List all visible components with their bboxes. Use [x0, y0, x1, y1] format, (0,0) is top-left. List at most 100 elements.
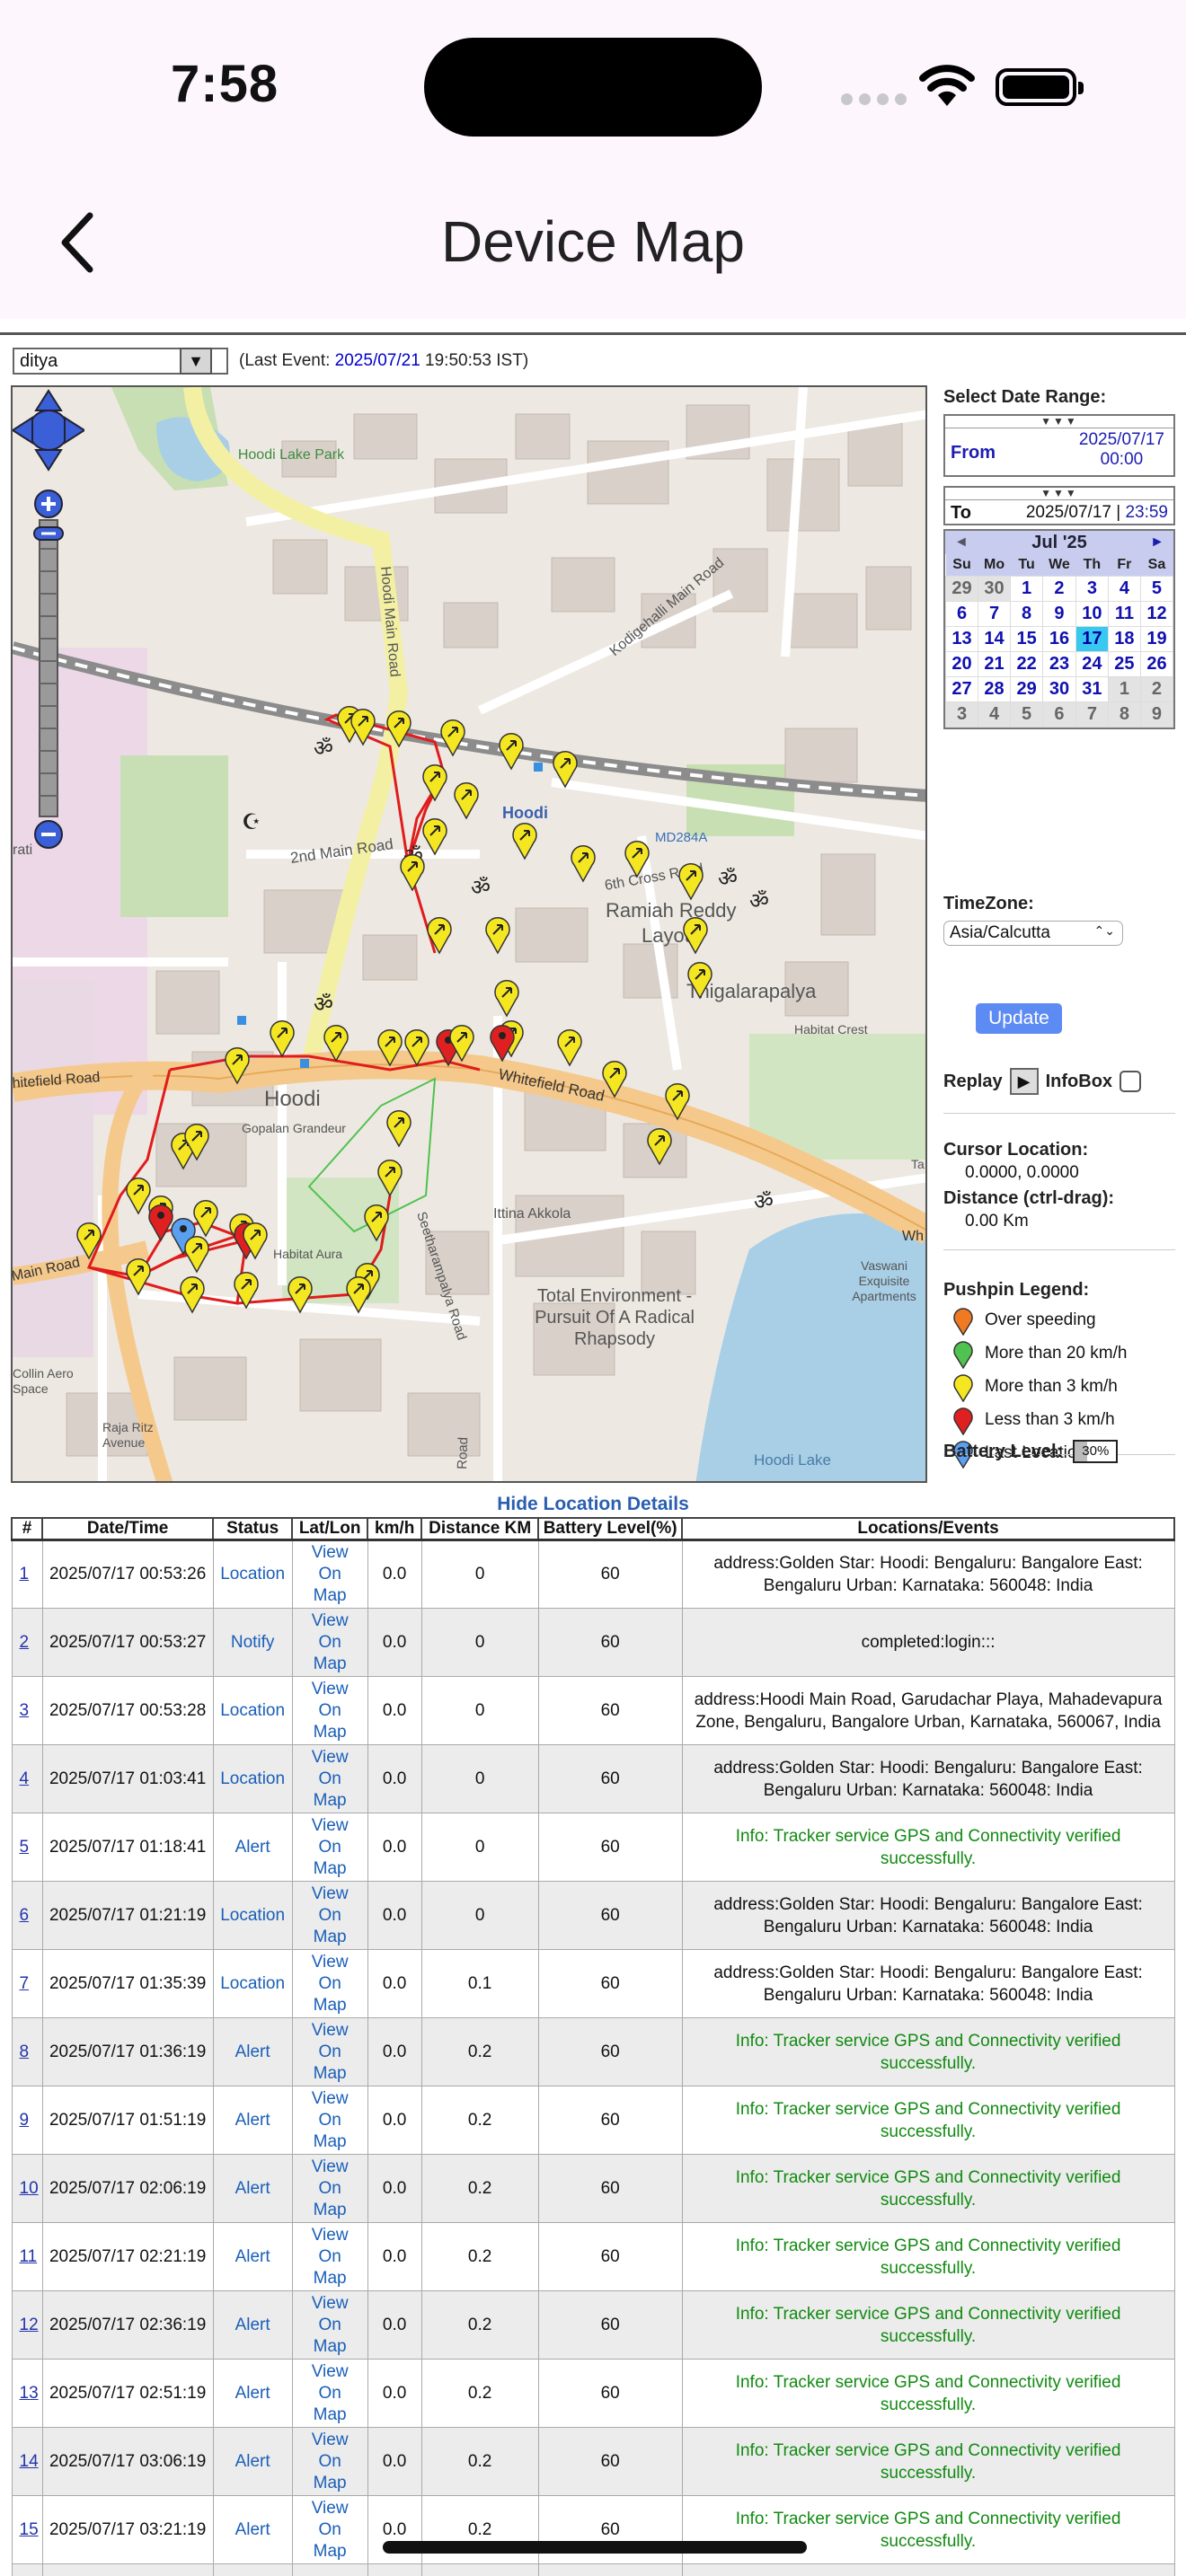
calendar-day[interactable]: 10	[1075, 600, 1109, 627]
row-index-link[interactable]: 15	[11, 2495, 43, 2564]
zoom-slider-handle[interactable]	[33, 526, 64, 541]
zoom-out-button[interactable]	[34, 820, 63, 849]
infobox-checkbox[interactable]	[1120, 1071, 1142, 1092]
hide-location-details-link[interactable]: Hide Location Details	[0, 1494, 1186, 1515]
calendar-day[interactable]: 24	[1075, 650, 1109, 677]
calendar-day[interactable]: 20	[944, 650, 979, 677]
from-date-box[interactable]: ▼▼▼ From 2025/07/17 00:00	[943, 414, 1175, 477]
view-on-map-text: View	[311, 1543, 349, 1562]
replay-play-button[interactable]: ▶	[1009, 1068, 1039, 1095]
calendar-day[interactable]: 28	[978, 675, 1012, 702]
calendar-day[interactable]: 8	[1107, 701, 1141, 728]
calendar-day[interactable]: 8	[1010, 600, 1044, 627]
row-index-link[interactable]: 13	[11, 2359, 43, 2428]
calendar-day[interactable]: 9	[1139, 701, 1174, 728]
row-datetime: 2025/07/17 03:21:19	[41, 2495, 214, 2564]
calendar-day[interactable]: 15	[1010, 625, 1044, 652]
row-index-link[interactable]	[11, 2563, 43, 2576]
calendar-next-button[interactable]: ►	[1150, 534, 1164, 551]
row-index-link[interactable]: 9	[11, 2086, 43, 2155]
calendar-day[interactable]: 27	[944, 675, 979, 702]
row-index-link[interactable]: 5	[11, 1813, 43, 1882]
table-row: 7 2025/07/17 01:35:39 Location View On Map 0.0…	[11, 1949, 1175, 2018]
row-index-link[interactable]: 3	[11, 1676, 43, 1745]
from-picker-arrows[interactable]: ▼▼▼	[945, 416, 1173, 428]
row-index-link[interactable]: 6	[11, 1881, 43, 1950]
calendar-day[interactable]: 12	[1139, 600, 1174, 627]
pan-control[interactable]	[13, 389, 84, 472]
zoom-slider-track[interactable]	[39, 519, 58, 817]
calendar-day[interactable]: 13	[944, 625, 979, 652]
calendar-day[interactable]: 4	[1107, 575, 1141, 602]
calendar-day[interactable]: 7	[1075, 701, 1109, 728]
view-on-map-text: View	[311, 2430, 349, 2449]
to-picker-arrows[interactable]: ▼▼▼	[945, 488, 1173, 500]
table-row: 10 2025/07/17 02:06:19 Alert View On Map 0.0 0.…	[11, 2154, 1175, 2223]
row-index-link[interactable]: 8	[11, 2017, 43, 2086]
calendar-day[interactable]: 17	[1075, 625, 1109, 652]
calendar-day[interactable]: 5	[1139, 575, 1174, 602]
zoom-control[interactable]	[13, 387, 84, 872]
view-on-map-link[interactable]: View On Map	[291, 2154, 368, 2223]
calendar-day[interactable]: 25	[1107, 650, 1141, 677]
view-on-map-link[interactable]: View On Map	[291, 1608, 368, 1677]
row-index-link[interactable]: 14	[11, 2427, 43, 2496]
calendar-day[interactable]: 19	[1139, 625, 1174, 652]
row-index-link[interactable]: 11	[11, 2222, 43, 2291]
view-on-map-link[interactable]: View On Map	[291, 2290, 368, 2360]
row-index-link[interactable]: 2	[11, 1608, 43, 1677]
view-on-map-link[interactable]: View On Map	[291, 2359, 368, 2428]
timezone-select[interactable]: Asia/Calcutta ⌃⌄	[943, 921, 1123, 946]
calendar-day[interactable]: 26	[1139, 650, 1174, 677]
view-on-map-link[interactable]: View On Map	[291, 1949, 368, 2018]
view-on-map-link[interactable]: View On Map	[291, 2017, 368, 2086]
calendar-day[interactable]: 4	[978, 701, 1012, 728]
view-on-map-link[interactable]: View On Map	[291, 1744, 368, 1813]
row-index-link[interactable]: 10	[11, 2154, 43, 2223]
calendar-day[interactable]: 16	[1042, 625, 1076, 652]
view-on-map-link[interactable]: View On Map	[291, 2495, 368, 2564]
calendar-day[interactable]: 14	[978, 625, 1012, 652]
calendar-day[interactable]: 6	[1042, 701, 1076, 728]
calendar-day[interactable]: 9	[1042, 600, 1076, 627]
view-on-map-link[interactable]: View On Map	[291, 2086, 368, 2155]
calendar-day[interactable]: 3	[1075, 575, 1109, 602]
calendar-day[interactable]: 29	[944, 575, 979, 602]
row-index-link[interactable]: 4	[11, 1744, 43, 1813]
calendar-day[interactable]: 18	[1107, 625, 1141, 652]
calendar-day[interactable]: 2	[1042, 575, 1076, 602]
calendar-day[interactable]: 29	[1010, 675, 1044, 702]
row-index-link[interactable]: 7	[11, 1949, 43, 2018]
to-date-box[interactable]: ▼▼▼ To 2025/07/17 | 23:59	[943, 486, 1175, 525]
last-event-date[interactable]: 2025/07/21	[335, 351, 420, 370]
calendar-day[interactable]: 1	[1010, 575, 1044, 602]
calendar-day[interactable]: 6	[944, 600, 979, 627]
view-on-map-link[interactable]: View On Map	[291, 1676, 368, 1745]
device-dropdown-button[interactable]: ▼	[180, 348, 212, 375]
view-on-map-link[interactable]: View On Map	[291, 2427, 368, 2496]
view-on-map-link[interactable]: View	[291, 2563, 368, 2576]
view-on-map-link[interactable]: View On Map	[291, 1539, 368, 1609]
view-on-map-text: On	[318, 1769, 341, 1788]
calendar-day[interactable]: 2	[1139, 675, 1174, 702]
view-on-map-link[interactable]: View On Map	[291, 1881, 368, 1950]
row-index-link[interactable]: 12	[11, 2290, 43, 2360]
calendar-day[interactable]: 31	[1075, 675, 1109, 702]
calendar-day[interactable]: 3	[944, 701, 979, 728]
calendar-day[interactable]: 30	[1042, 675, 1076, 702]
map-view[interactable]: Hoodi Lake Park Hoodi Main Road Kodigeha…	[11, 385, 927, 1483]
view-on-map-link[interactable]: View On Map	[291, 1813, 368, 1882]
view-on-map-link[interactable]: View On Map	[291, 2222, 368, 2291]
calendar-day[interactable]: 1	[1107, 675, 1141, 702]
zoom-in-button[interactable]	[34, 490, 63, 518]
update-button[interactable]: Update	[976, 1003, 1062, 1034]
row-index-link[interactable]: 1	[11, 1539, 43, 1609]
calendar-day[interactable]: 23	[1042, 650, 1076, 677]
calendar-day[interactable]: 11	[1107, 600, 1141, 627]
calendar-day[interactable]: 22	[1010, 650, 1044, 677]
calendar-day[interactable]: 7	[978, 600, 1012, 627]
calendar-prev-button[interactable]: ◄	[954, 534, 969, 551]
calendar-day[interactable]: 21	[978, 650, 1012, 677]
calendar-day[interactable]: 30	[978, 575, 1012, 602]
calendar-day[interactable]: 5	[1010, 701, 1044, 728]
